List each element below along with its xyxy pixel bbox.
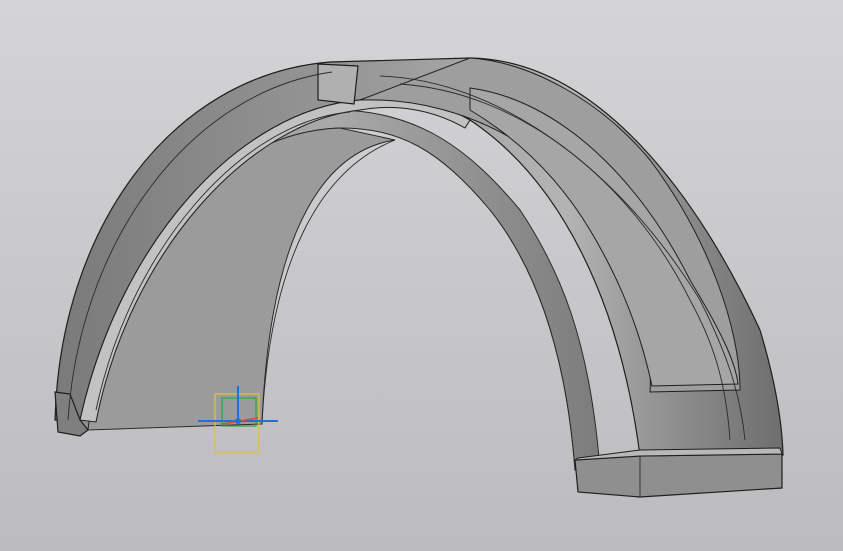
model-scene[interactable] bbox=[0, 0, 843, 551]
fender-right-foot[interactable] bbox=[574, 453, 783, 498]
fender-top-notch[interactable] bbox=[317, 63, 359, 105]
cad-3d-viewport[interactable] bbox=[0, 0, 843, 551]
coordinate-origin-icon[interactable] bbox=[235, 418, 241, 424]
